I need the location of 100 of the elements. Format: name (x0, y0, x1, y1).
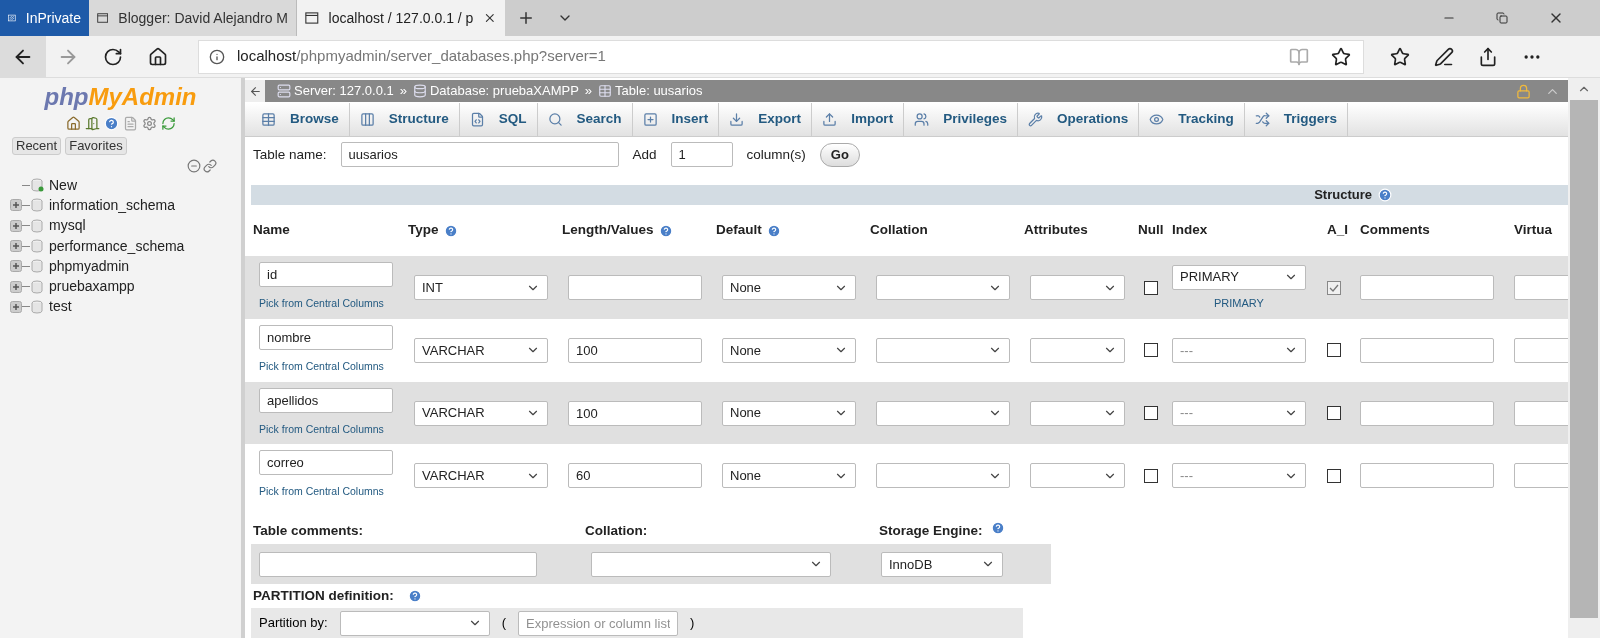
index-select[interactable]: PRIMARY (1172, 264, 1306, 290)
info-icon[interactable] (209, 48, 225, 65)
go-button[interactable]: Go (819, 142, 860, 167)
column-count-field[interactable]: 1 (670, 142, 733, 168)
nav-tab[interactable]: Import (812, 103, 905, 136)
central-columns-link[interactable]: Pick from Central Columns (259, 484, 414, 501)
type-select[interactable]: VARCHAR (414, 400, 548, 426)
virtuality-field[interactable] (1514, 463, 1568, 489)
nav-tab[interactable]: Operations (1017, 103, 1140, 136)
refresh-icon[interactable] (103, 46, 123, 67)
default-select[interactable]: None (722, 275, 856, 301)
restore-icon[interactable] (1496, 12, 1508, 24)
length-field[interactable]: 100 (568, 400, 702, 426)
star-icon[interactable] (1331, 46, 1351, 67)
help-icon[interactable] (103, 116, 119, 131)
help-icon[interactable] (1378, 187, 1392, 202)
comments-field[interactable] (1360, 463, 1494, 489)
nav-tab[interactable]: Browse (251, 103, 350, 136)
column-name-field[interactable]: nombre (259, 325, 393, 351)
length-field[interactable]: 100 (568, 337, 702, 363)
breadcrumb-link[interactable]: Database: pruebaXAMPP (429, 81, 579, 101)
expand-icon[interactable] (10, 240, 22, 253)
database-tree-item[interactable]: test (49, 296, 72, 318)
home-icon[interactable] (148, 46, 168, 67)
table-comments-field[interactable] (259, 551, 537, 577)
nav-tab[interactable]: Export (719, 103, 813, 136)
scrollbar-thumb[interactable] (1570, 100, 1598, 618)
type-select[interactable]: VARCHAR (414, 337, 548, 363)
help-icon[interactable] (766, 223, 781, 238)
comments-field[interactable] (1360, 275, 1494, 301)
help-icon[interactable] (443, 223, 458, 238)
default-select[interactable]: None (722, 463, 856, 489)
comments-field[interactable] (1360, 400, 1494, 426)
nav-tab[interactable]: Search (537, 103, 633, 136)
share-icon[interactable] (1478, 46, 1498, 67)
table-name-field[interactable]: uusarios (340, 142, 619, 168)
checkbox[interactable] (1327, 468, 1341, 483)
scrollbar[interactable] (1568, 78, 1600, 638)
nav-tab[interactable]: Insert (632, 103, 720, 136)
storage-engine-select[interactable]: InnoDB (881, 551, 1003, 577)
virtuality-field[interactable] (1514, 275, 1568, 301)
type-select[interactable]: VARCHAR (414, 463, 548, 489)
column-name-field[interactable]: correo (259, 450, 393, 476)
default-select[interactable]: None (722, 400, 856, 426)
index-select[interactable]: --- (1172, 400, 1306, 426)
arrow-left-icon[interactable] (248, 84, 262, 98)
favorites-icon[interactable] (1390, 46, 1410, 67)
type-select[interactable]: INT (414, 275, 548, 301)
default-select[interactable]: None (722, 337, 856, 363)
database-tree-item[interactable]: pruebaxampp (49, 276, 135, 298)
checkbox[interactable] (1144, 406, 1158, 421)
browser-tab[interactable]: InPrivate (0, 0, 89, 36)
column-name-field[interactable]: apellidos (259, 387, 393, 413)
nav-tab[interactable]: SQL (459, 103, 538, 136)
help-icon[interactable] (407, 589, 422, 604)
sidebar-tab-button[interactable]: Recent (12, 137, 62, 155)
length-field[interactable] (568, 275, 702, 301)
browser-tab[interactable]: localhost / 127.0.0.1 / p (297, 0, 505, 36)
checkbox[interactable] (1144, 468, 1158, 483)
breadcrumb-link[interactable]: Server: 127.0.0.1 (294, 81, 394, 101)
comments-field[interactable] (1360, 337, 1494, 363)
checkbox[interactable] (1327, 343, 1341, 358)
expand-icon[interactable] (10, 280, 22, 293)
virtuality-field[interactable] (1514, 337, 1568, 363)
central-columns-link[interactable]: Pick from Central Columns (259, 296, 414, 313)
breadcrumb-link[interactable]: Table: uusarios (615, 81, 703, 101)
link-icon[interactable] (203, 159, 217, 173)
database-tree-item[interactable]: mysql (49, 215, 86, 237)
help-icon[interactable] (658, 223, 673, 238)
settings-icon[interactable] (141, 116, 157, 131)
expand-icon[interactable] (10, 300, 22, 313)
database-tree-item[interactable]: information_schema (49, 194, 176, 216)
checkbox[interactable] (1144, 280, 1158, 295)
reload-icon[interactable] (160, 116, 176, 131)
partition-expression-field[interactable]: Expression or column list (518, 610, 678, 636)
central-columns-link[interactable]: Pick from Central Columns (259, 359, 414, 375)
nav-tab[interactable]: Privileges (904, 103, 1018, 136)
index-select[interactable]: --- (1172, 337, 1306, 363)
back-button[interactable] (0, 35, 46, 78)
index-select[interactable]: --- (1172, 463, 1306, 489)
sidebar-tab-button[interactable]: Favorites (65, 137, 127, 155)
expand-icon[interactable] (10, 219, 22, 232)
door-icon[interactable] (84, 116, 100, 131)
collapse-icon[interactable] (187, 159, 201, 173)
database-tree-item[interactable]: phpmyadmin (49, 255, 130, 277)
nav-tab[interactable]: Structure (349, 103, 460, 136)
expand-icon[interactable] (10, 260, 22, 273)
virtuality-field[interactable] (1514, 400, 1568, 426)
checkbox[interactable] (1144, 343, 1158, 358)
reading-view-icon[interactable] (1289, 46, 1309, 67)
pen-icon[interactable] (1434, 46, 1454, 67)
document-icon[interactable] (122, 116, 138, 131)
help-icon[interactable] (990, 521, 1005, 536)
length-field[interactable]: 60 (568, 463, 702, 489)
database-tree-item[interactable]: performance_schema (49, 235, 185, 257)
address-field[interactable]: localhost/phpmyadmin/server_databases.php?server=1 (198, 39, 1364, 74)
nav-tab[interactable]: Triggers (1244, 103, 1348, 136)
new-tab-icon[interactable] (517, 9, 535, 27)
database-tree-item[interactable]: New (49, 174, 77, 196)
checkbox[interactable] (1327, 406, 1341, 421)
